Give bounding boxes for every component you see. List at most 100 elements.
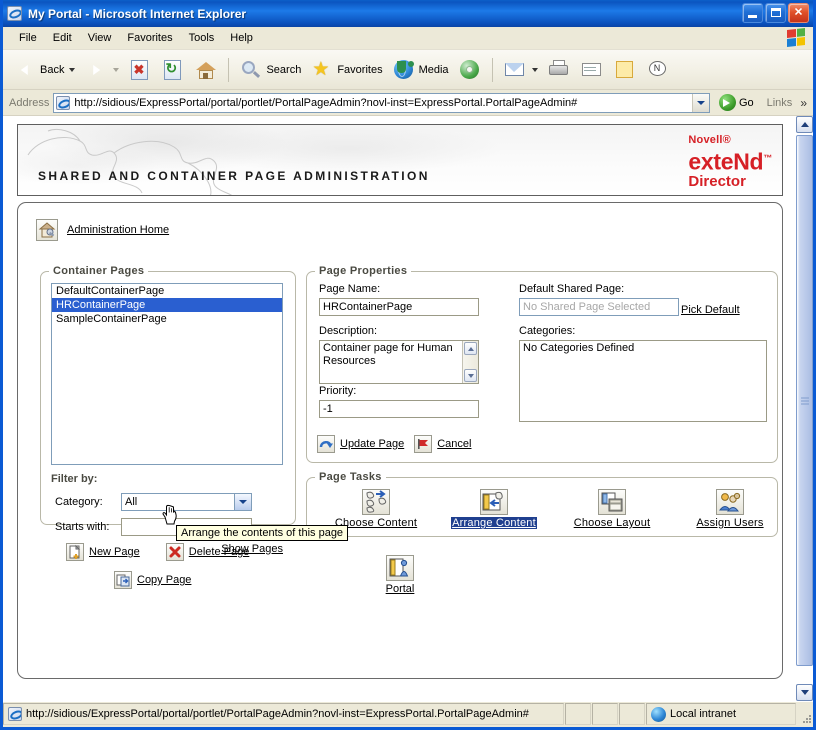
- scrollbar-grip-icon: [801, 397, 809, 404]
- update-page-button[interactable]: Update Page: [317, 435, 404, 453]
- menu-item-tools[interactable]: Tools: [181, 30, 223, 46]
- default-shared-page-input[interactable]: No Shared Page Selected: [519, 298, 679, 316]
- categories-listbox[interactable]: No Categories Defined: [519, 340, 767, 422]
- back-button[interactable]: Back: [9, 53, 79, 87]
- history-button[interactable]: [454, 53, 486, 87]
- mail-dropdown-icon[interactable]: [531, 67, 538, 72]
- task-arrange-content[interactable]: Arrange Content: [451, 489, 537, 529]
- chevron-down-icon[interactable]: [234, 494, 251, 510]
- category-label: Category:: [55, 496, 103, 508]
- media-button[interactable]: Media: [388, 53, 453, 87]
- maximize-button[interactable]: [765, 3, 786, 23]
- go-arrow-icon: [718, 94, 736, 111]
- mail-button[interactable]: [499, 53, 542, 87]
- window-title: My Portal - Microsoft Internet Explorer: [28, 6, 247, 21]
- update-page-label[interactable]: Update Page: [340, 438, 404, 450]
- scroll-up-icon[interactable]: [464, 342, 477, 355]
- description-textarea[interactable]: Container page for Human Resources: [319, 340, 479, 384]
- container-pages-list[interactable]: DefaultContainerPage HRContainerPage Sam…: [51, 283, 283, 465]
- home-button[interactable]: [190, 53, 222, 87]
- address-dropdown-button[interactable]: [691, 93, 709, 112]
- favorites-label: Favorites: [337, 63, 383, 76]
- star-icon: ★: [312, 58, 330, 80]
- media-globe-icon: [392, 58, 416, 82]
- discuss-button[interactable]: [609, 53, 641, 87]
- back-label: Back: [40, 63, 65, 76]
- list-item[interactable]: HRContainerPage: [52, 298, 282, 312]
- categories-value: No Categories Defined: [523, 342, 635, 354]
- page-banner: SHARED AND CONTAINER PAGE ADMINISTRATION…: [17, 124, 783, 196]
- page-scrollbar[interactable]: [795, 116, 813, 701]
- address-url-text: http://sidious/ExpressPortal/portal/port…: [74, 96, 578, 109]
- category-filter-row: Category: All: [55, 493, 252, 511]
- task-assign-users[interactable]: Assign Users: [687, 489, 773, 529]
- page-tasks-list: Choose Content Arrange Content Choose La…: [333, 489, 773, 529]
- scroll-up-button[interactable]: [796, 116, 813, 133]
- pick-default-link[interactable]: Pick Default: [681, 304, 740, 316]
- scroll-down-icon[interactable]: [464, 369, 477, 382]
- category-select[interactable]: All: [121, 493, 252, 511]
- task-portal[interactable]: Portal: [18, 555, 782, 595]
- list-item[interactable]: DefaultContainerPage: [52, 284, 282, 298]
- administration-home-link[interactable]: Administration Home: [36, 219, 782, 241]
- back-arrow-icon: [13, 58, 37, 82]
- home-icon: [194, 58, 218, 82]
- choose-layout-label[interactable]: Choose Layout: [574, 517, 651, 529]
- toolbar-separator-2: [491, 57, 493, 82]
- refresh-button[interactable]: ↻: [157, 53, 189, 87]
- go-button[interactable]: Go: [714, 94, 759, 111]
- print-button[interactable]: [543, 53, 575, 87]
- filter-by-title: Filter by:: [51, 473, 98, 485]
- scrollbar-thumb[interactable]: [796, 135, 813, 666]
- banner-title: SHARED AND CONTAINER PAGE ADMINISTRATION: [38, 169, 430, 183]
- novell-extend-director-logo: Novell® exteNd™ Director: [688, 135, 772, 190]
- favorites-button[interactable]: ★ Favorites: [306, 53, 386, 87]
- container-pages-group: Container Pages DefaultContainerPage HRC…: [40, 265, 296, 555]
- assign-users-label[interactable]: Assign Users: [696, 517, 763, 529]
- categories-field: Categories: No Categories Defined: [519, 325, 767, 422]
- priority-label: Priority:: [319, 385, 357, 397]
- task-choose-content[interactable]: Choose Content: [333, 489, 419, 529]
- menu-item-view[interactable]: View: [80, 30, 120, 46]
- links-label[interactable]: Links: [763, 97, 797, 109]
- list-item[interactable]: SampleContainerPage: [52, 312, 282, 326]
- close-button[interactable]: ✕: [788, 3, 809, 23]
- menu-item-edit[interactable]: Edit: [45, 30, 80, 46]
- back-dropdown-icon[interactable]: [69, 67, 76, 72]
- messenger-button[interactable]: N: [642, 53, 674, 87]
- search-button[interactable]: Search: [235, 53, 305, 87]
- cancel-button[interactable]: Cancel: [414, 435, 471, 453]
- chevron-down-icon: [800, 690, 809, 695]
- scrollbar-track[interactable]: [796, 133, 813, 684]
- puzzle-pattern-decoration: [27, 128, 233, 195]
- status-bar: http://sidious/ExpressPortal/portal/port…: [3, 701, 813, 725]
- status-zone-cell[interactable]: Local intranet: [646, 703, 796, 725]
- forward-button[interactable]: [80, 53, 123, 87]
- edit-button[interactable]: [576, 53, 608, 87]
- address-input[interactable]: http://sidious/ExpressPortal/portal/port…: [53, 92, 710, 113]
- stop-button[interactable]: ✖: [124, 53, 156, 87]
- menu-item-file[interactable]: File: [11, 30, 45, 46]
- toolbar-overflow-icon[interactable]: »: [800, 96, 811, 110]
- default-shared-page-label: Default Shared Page:: [519, 283, 625, 295]
- page-name-input[interactable]: HRContainerPage: [319, 298, 479, 316]
- administration-home-label[interactable]: Administration Home: [67, 224, 169, 236]
- scroll-down-button[interactable]: [796, 684, 813, 701]
- media-label: Media: [418, 63, 449, 76]
- description-scrollbar[interactable]: [462, 341, 478, 383]
- forward-dropdown-icon[interactable]: [113, 67, 120, 72]
- resize-grip-icon[interactable]: [797, 703, 813, 725]
- arrange-content-label[interactable]: Arrange Content: [451, 517, 537, 529]
- menu-item-help[interactable]: Help: [222, 30, 261, 46]
- address-label: Address: [9, 96, 50, 109]
- mouse-cursor-hand-icon: [161, 503, 179, 525]
- default-shared-page-field: Default Shared Page: No Shared Page Sele…: [519, 283, 740, 316]
- portal-label[interactable]: Portal: [386, 583, 415, 595]
- cancel-label[interactable]: Cancel: [437, 438, 471, 450]
- menu-item-favorites[interactable]: Favorites: [119, 30, 180, 46]
- priority-input[interactable]: -1: [319, 400, 479, 418]
- categories-label: Categories:: [519, 325, 576, 337]
- task-choose-layout[interactable]: Choose Layout: [569, 489, 655, 529]
- page-tasks-group: Page Tasks Choose Content Arrange Conten…: [306, 471, 778, 537]
- minimize-button[interactable]: [742, 3, 763, 23]
